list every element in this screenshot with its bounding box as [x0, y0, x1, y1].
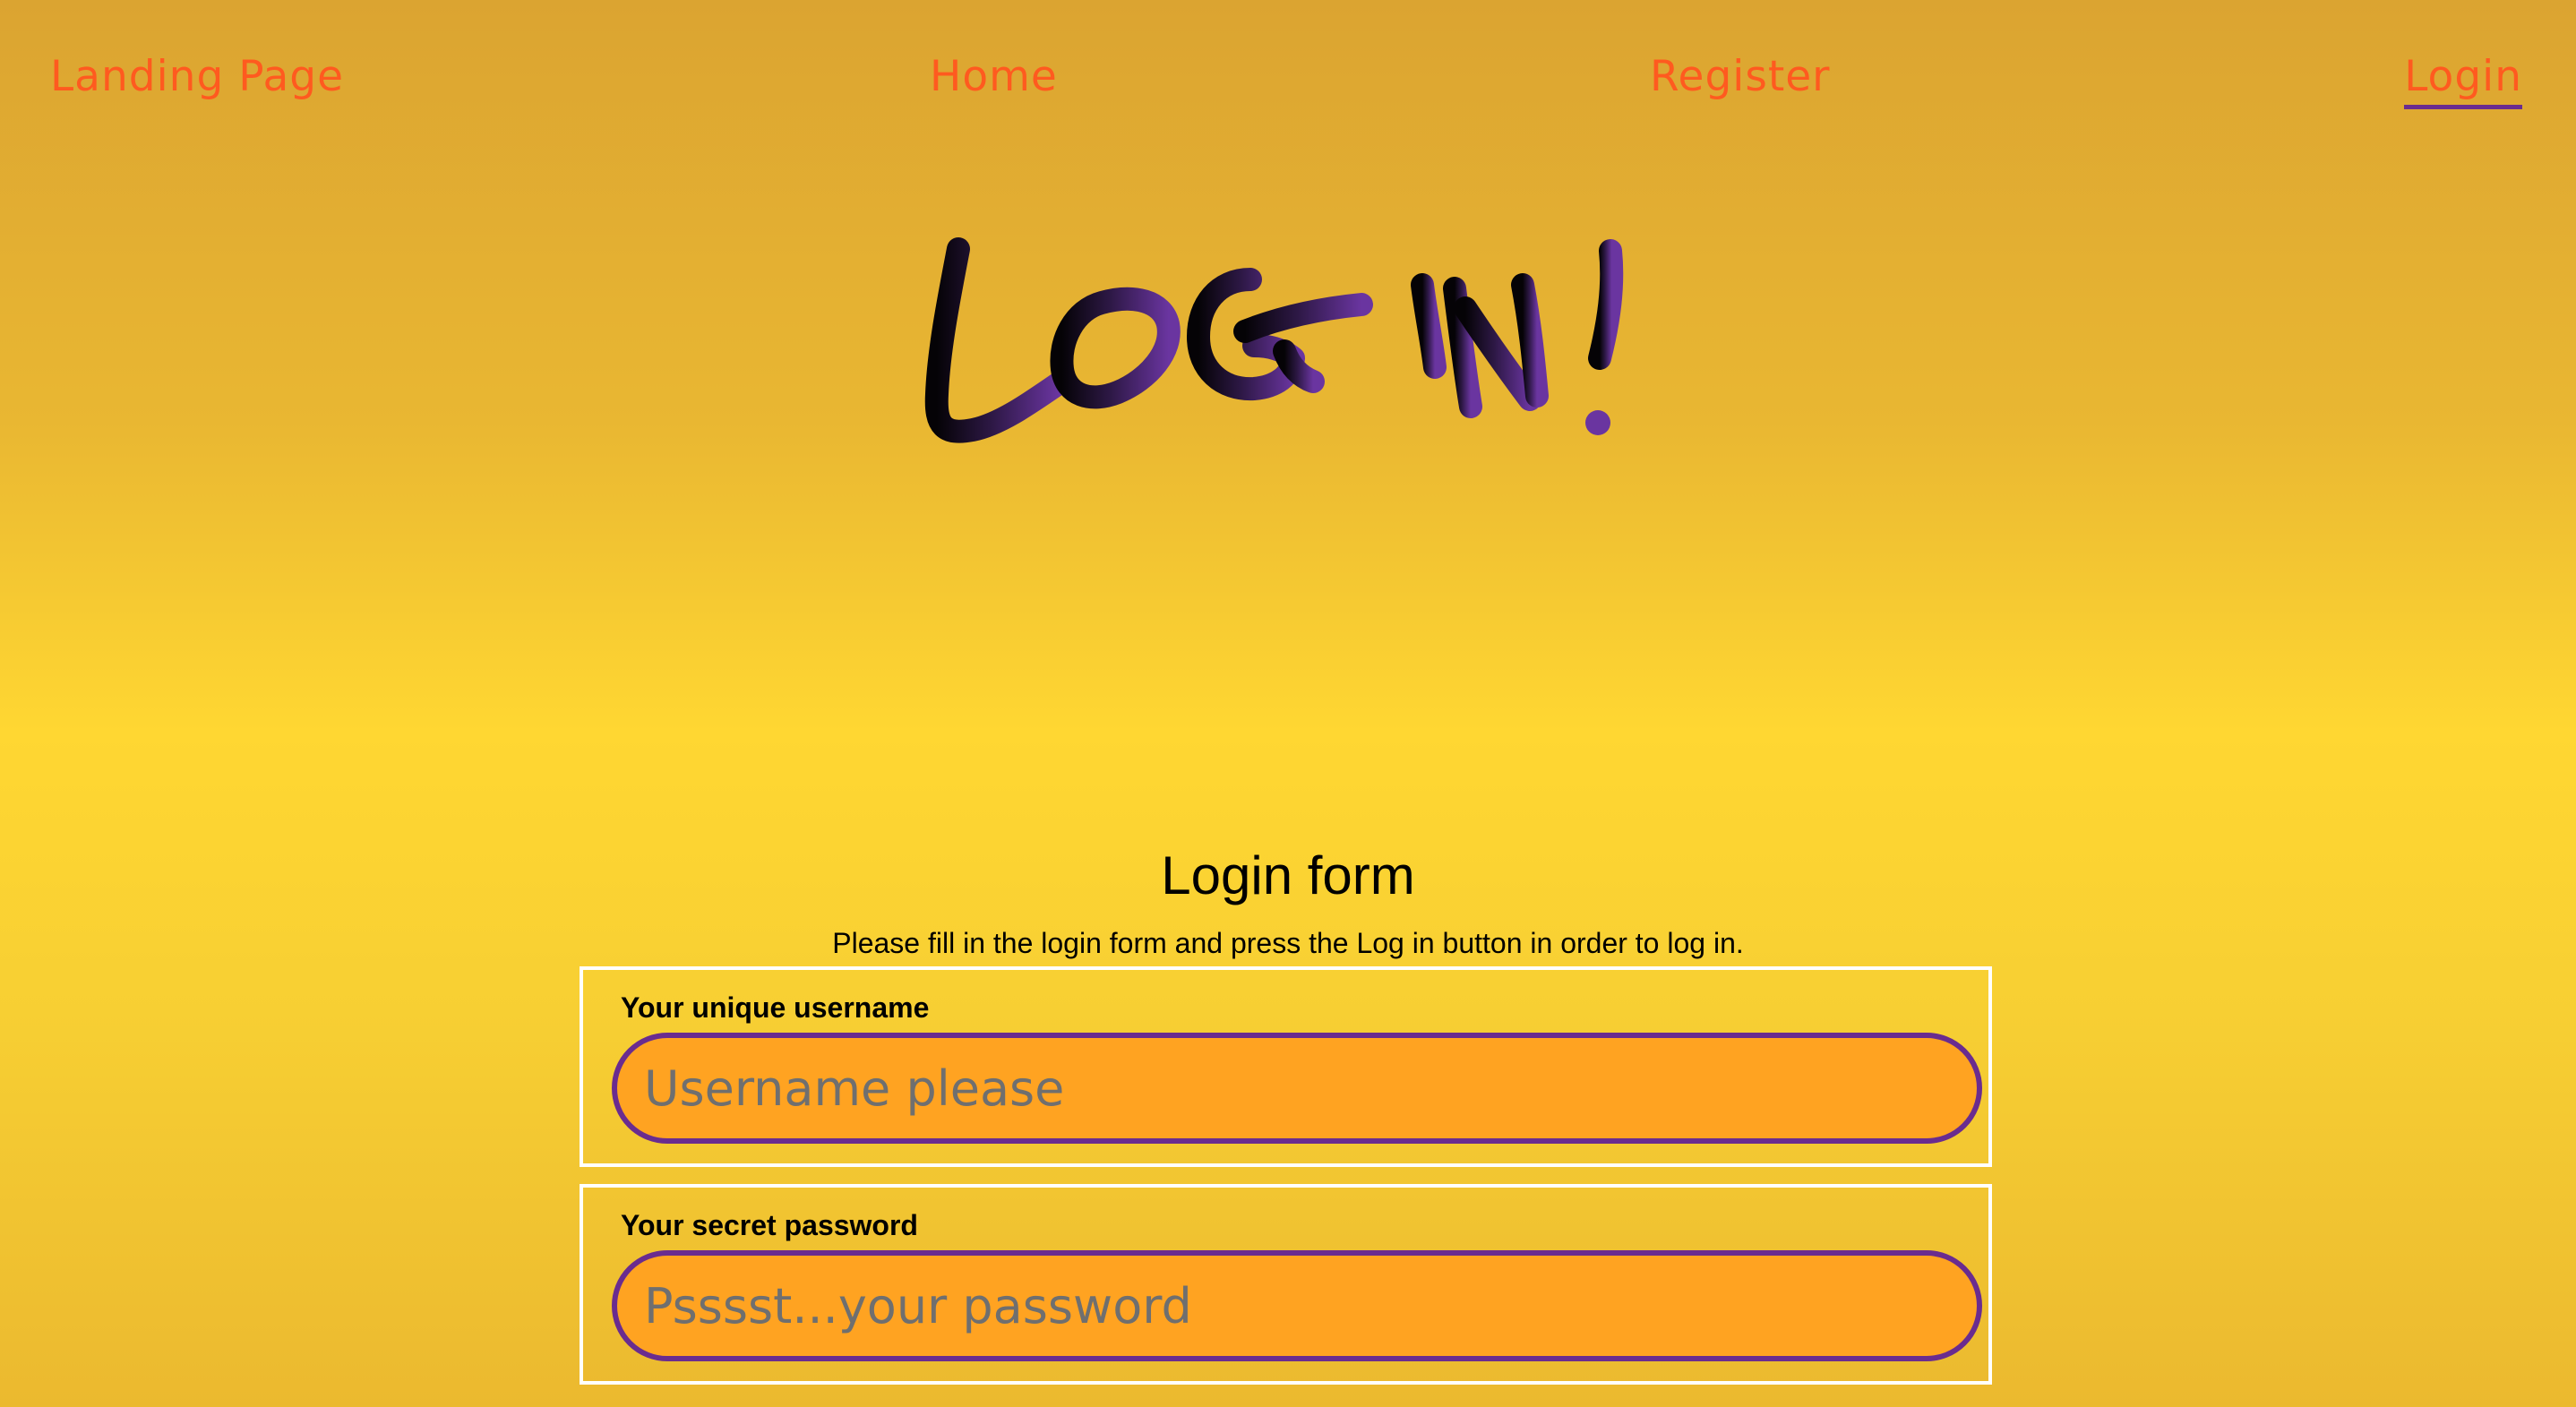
login-form-title: Login form — [1161, 845, 1415, 905]
nav-login-link[interactable]: Login — [2404, 56, 2522, 109]
username-field-group: Your unique username — [580, 966, 1992, 1167]
password-field-group: Your secret password — [580, 1184, 1992, 1385]
password-input[interactable] — [612, 1250, 1982, 1361]
username-label: Your unique username — [621, 991, 930, 1024]
login-hero-logo — [914, 224, 1666, 484]
nav-register-link[interactable]: Register — [1650, 56, 1831, 98]
username-input[interactable] — [612, 1033, 1982, 1144]
login-hero-logo-art — [924, 237, 1624, 443]
nav-landing-page-link[interactable]: Landing Page — [50, 56, 344, 98]
password-label: Your secret password — [621, 1209, 918, 1241]
login-form-instructions: Please fill in the login form and press … — [832, 927, 1744, 959]
nav-home-link[interactable]: Home — [930, 56, 1058, 98]
